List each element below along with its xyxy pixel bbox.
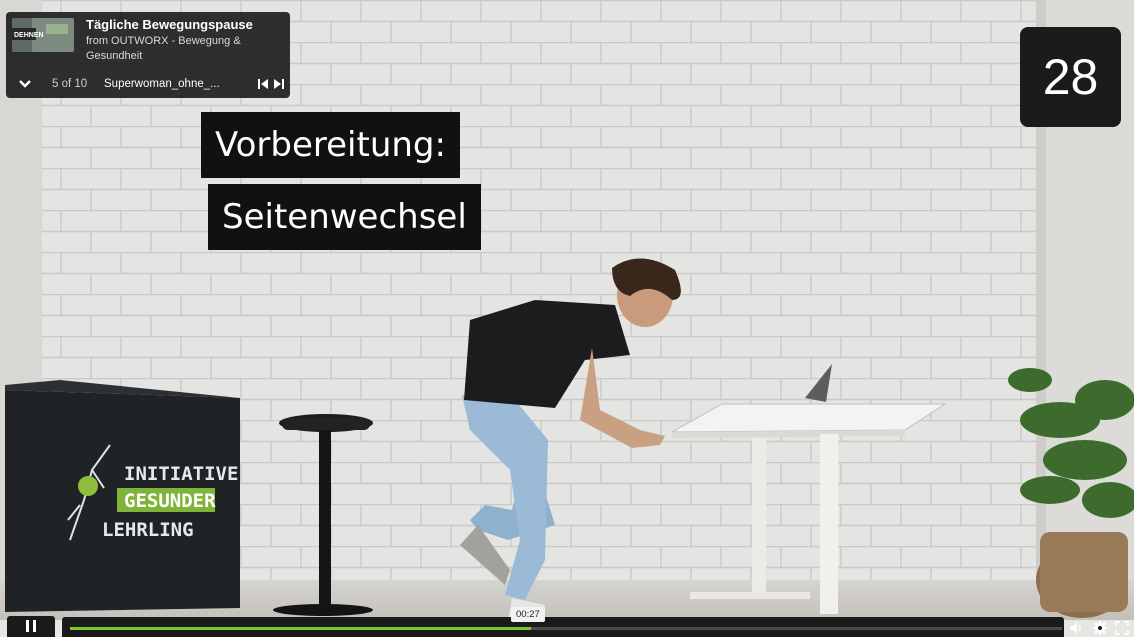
next-icon[interactable] xyxy=(272,76,286,92)
progress-rail[interactable] xyxy=(70,627,1062,630)
chevron-down-icon[interactable] xyxy=(16,75,34,93)
fullscreen-icon[interactable] xyxy=(1114,620,1130,636)
video-player[interactable]: INITIATIVE GESUNDER LEHRLING DEHNEN Tägl… xyxy=(0,0,1134,637)
playlist-title[interactable]: Tägliche Bewegungspause xyxy=(86,17,253,32)
playlist-position: 5 of 10 xyxy=(52,78,88,90)
playlist-thumbnail[interactable]: DEHNEN xyxy=(12,18,74,52)
time-tooltip: 00:27 xyxy=(511,607,545,622)
rep-counter: 28 xyxy=(1020,27,1121,127)
playlist-nav: 5 of 10 Superwoman_ohne_... xyxy=(6,72,290,98)
caption-line-2: Seitenwechsel xyxy=(208,184,481,250)
playlist-source[interactable]: from OUTWORX - Bewegung & Gesundheit xyxy=(86,34,286,64)
volume-icon[interactable] xyxy=(1068,620,1084,636)
svg-text:LEHRLING: LEHRLING xyxy=(102,519,194,541)
progress-bar[interactable] xyxy=(62,617,1064,637)
svg-text:INITIATIVE: INITIATIVE xyxy=(124,463,238,485)
svg-text:GESUNDER: GESUNDER xyxy=(124,490,216,512)
settings-icon[interactable] xyxy=(1092,620,1108,636)
pause-button[interactable] xyxy=(7,616,55,637)
current-video-name: Superwoman_ohne_... xyxy=(104,78,220,90)
caption-line-1: Vorbereitung: xyxy=(201,112,460,178)
playlist-card[interactable]: DEHNEN Tägliche Bewegungspause from OUTW… xyxy=(6,12,290,98)
progress-played xyxy=(70,627,532,630)
previous-icon[interactable] xyxy=(256,76,270,92)
pause-icon xyxy=(25,619,37,637)
thumb-label: DEHNEN xyxy=(14,32,44,39)
